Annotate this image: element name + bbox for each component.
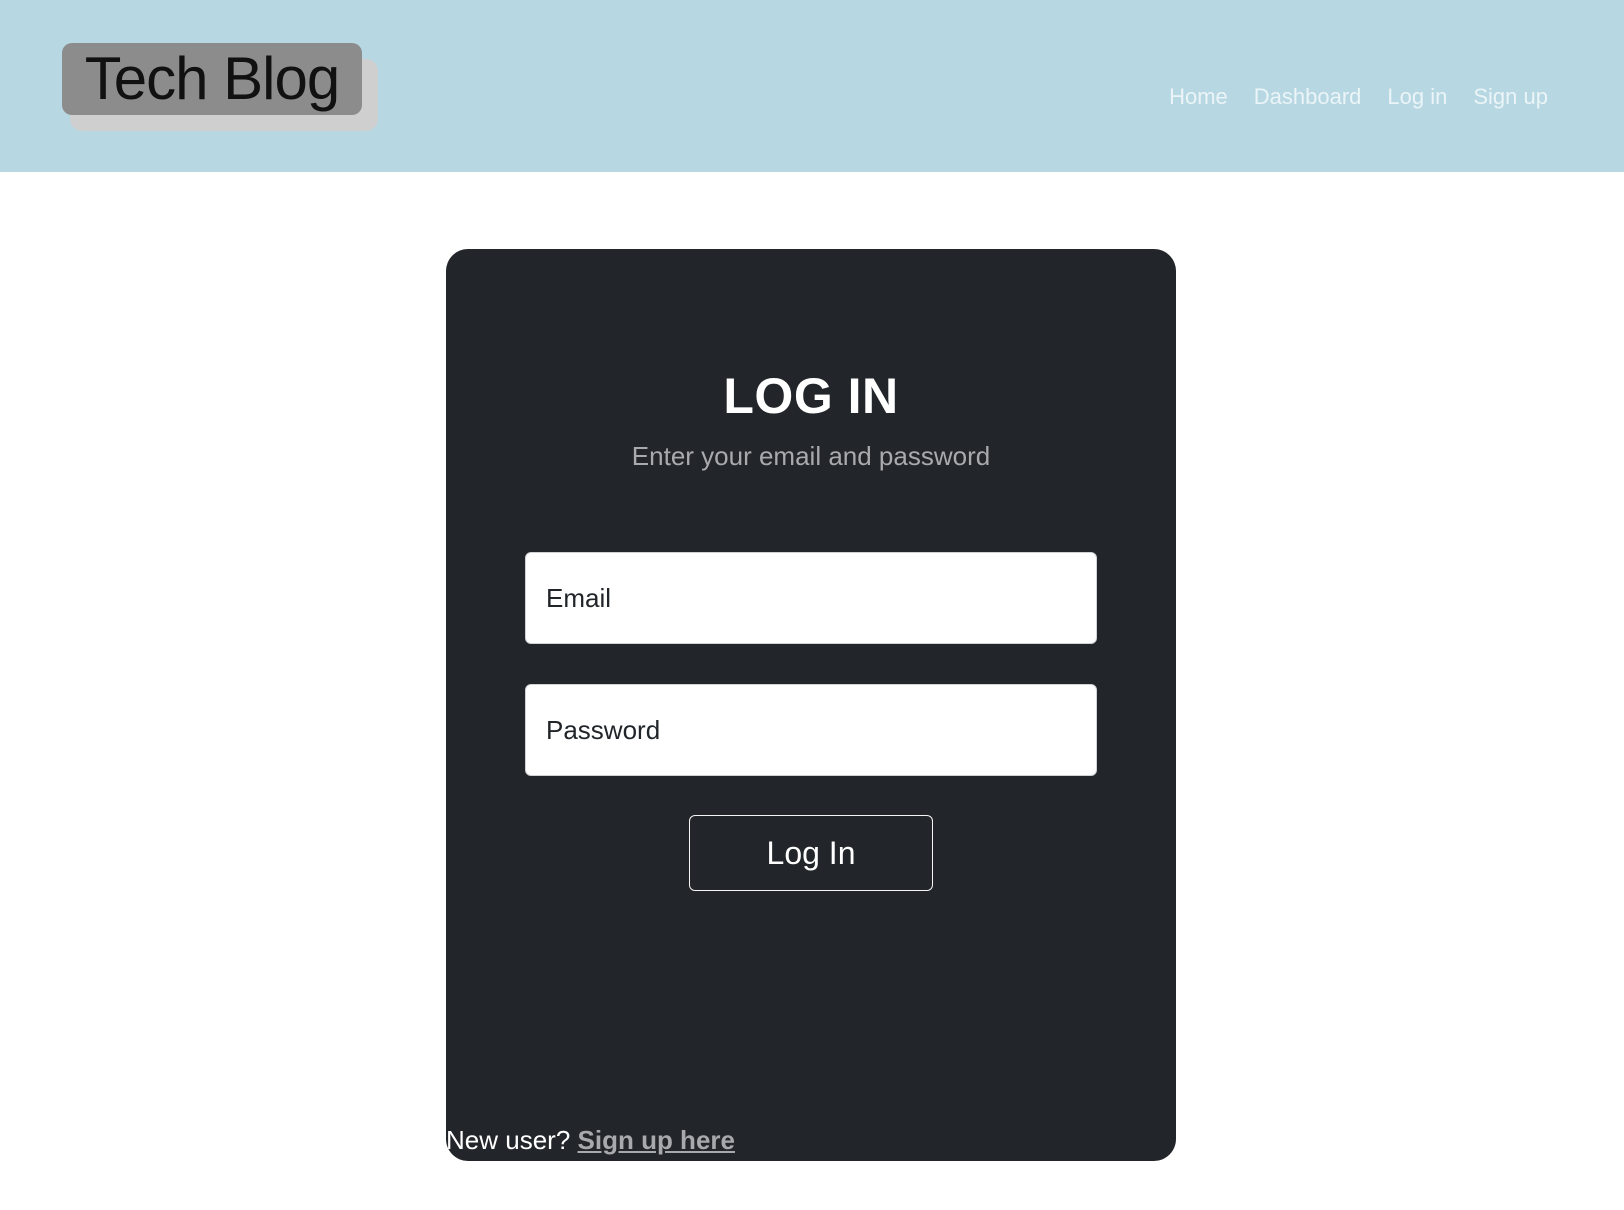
signup-prompt: New user? Sign up here (446, 1125, 735, 1156)
logo-text: Tech Blog (84, 45, 340, 112)
login-subtitle: Enter your email and password (631, 441, 991, 471)
signup-link[interactable]: Sign up here (578, 1125, 735, 1155)
main-nav: Home Dashboard Log in Sign up (1169, 84, 1548, 110)
email-field[interactable] (525, 552, 1097, 644)
site-logo[interactable]: Tech Blog (62, 43, 378, 131)
signup-prompt-text: New user? (446, 1125, 571, 1155)
login-button[interactable]: Log In (689, 815, 933, 891)
password-field[interactable] (525, 684, 1097, 776)
login-title: LOG IN (723, 368, 899, 424)
login-card: LOG IN Enter your email and password Log… (446, 249, 1176, 1161)
nav-link-dashboard[interactable]: Dashboard (1254, 84, 1362, 110)
nav-link-home[interactable]: Home (1169, 84, 1228, 110)
site-header: Tech Blog Home Dashboard Log in Sign up (0, 0, 1624, 172)
nav-link-signup[interactable]: Sign up (1473, 84, 1548, 110)
nav-link-login[interactable]: Log in (1387, 84, 1447, 110)
logo-box: Tech Blog (62, 43, 362, 115)
